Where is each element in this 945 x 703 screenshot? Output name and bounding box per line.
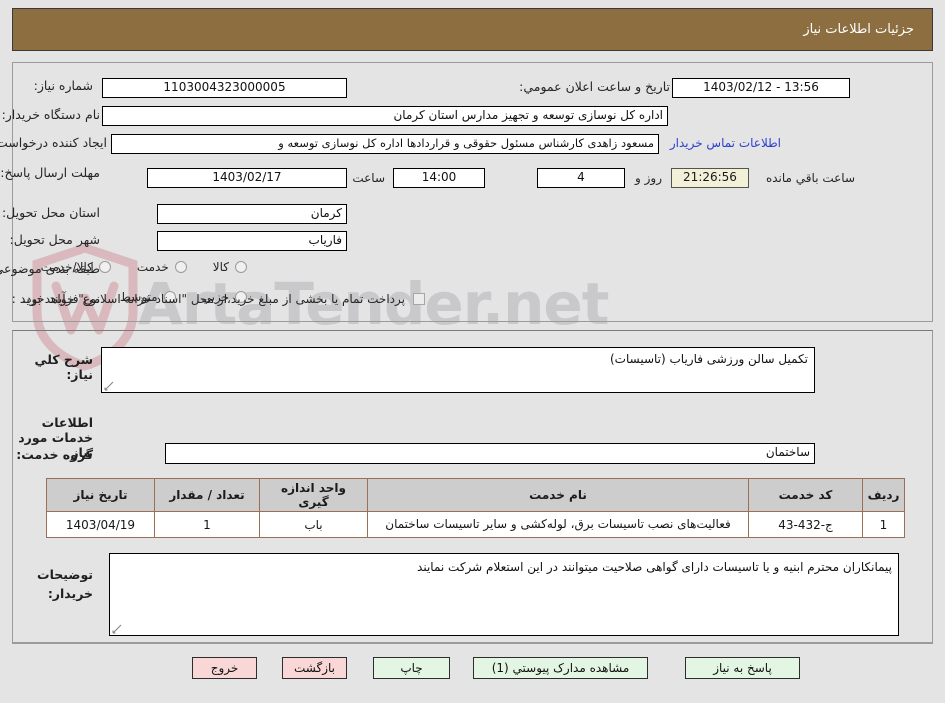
cell-quantity: 1 xyxy=(154,510,260,539)
requester-field: مسعود زاهدی کارشناس مسئول حقوقی و قراردا… xyxy=(111,134,659,154)
radio-khedmat-icon[interactable] xyxy=(174,261,187,273)
service-group-label: گروه خدمت: xyxy=(16,447,93,462)
category-option-kala-khedmat-label: کالا/خدمت xyxy=(40,260,93,274)
province-label: استان محل تحویل: xyxy=(1,205,100,220)
need-info-panel xyxy=(12,62,933,322)
col-service-code: کد خدمت xyxy=(748,478,863,512)
radio-kala-khedmat-icon[interactable] xyxy=(98,261,111,273)
col-unit: واحد اندازه گیری xyxy=(259,478,368,512)
window-titlebar: جزئیات اطلاعات نیاز xyxy=(12,8,933,51)
col-need-date: تاریخ نیاز xyxy=(46,478,155,512)
cell-unit: باب xyxy=(259,510,368,539)
print-button[interactable]: چاپ xyxy=(373,657,450,679)
deadline-time-field: 14:00 xyxy=(393,168,485,188)
requester-label: ایجاد کننده درخواست: xyxy=(0,135,107,150)
city-label-row: شهر محل تحویل: xyxy=(10,232,100,247)
need-number-label-row: شماره نیاز: xyxy=(34,78,93,93)
deadline-label-row: مهلت ارسال پاسخ: تا تاریخ: xyxy=(0,165,100,181)
need-number-label: شماره نیاز: xyxy=(33,78,93,93)
public-announce-field: 13:56 - 1403/02/12 xyxy=(672,78,850,98)
need-number-field: 1103004323000005 xyxy=(102,78,347,98)
category-option-kala-label: کالا xyxy=(212,260,229,274)
deadline-days-label: روز و xyxy=(635,171,662,185)
general-desc-value: تکمیل سالن ورزشی فاریاب (تاسیسات) xyxy=(610,352,808,366)
service-group-field: ساختمان xyxy=(165,443,815,464)
services-table: ردیف کد خدمت نام خدمت واحد اندازه گیری ت… xyxy=(46,478,905,539)
action-button-bar: پاسخ به نیاز مشاهده مدارک پیوستي (1) چاپ… xyxy=(0,652,945,686)
province-field: کرمان xyxy=(157,204,347,224)
table-row: 1 ج-432-43 فعالیت‌های نصب تاسیسات برق، ل… xyxy=(46,510,905,539)
buyer-notes-value: پیمانکاران محترم ابنیه و یا تاسیسات دارا… xyxy=(417,560,892,574)
requester-label-row: ایجاد کننده درخواست: xyxy=(0,135,107,150)
cell-need-date: 1403/04/19 xyxy=(46,510,155,539)
table-header-row: ردیف کد خدمت نام خدمت واحد اندازه گیری ت… xyxy=(46,478,905,512)
cell-service-code: ج-432-43 xyxy=(748,510,863,539)
deadline-date-field: 1403/02/17 xyxy=(147,168,347,188)
bottom-divider xyxy=(12,643,933,644)
buyer-notes-resize-grip-icon[interactable] xyxy=(112,624,122,634)
buyer-org-field: اداره کل نوسازی توسعه و تجهیز مدارس استا… xyxy=(102,106,668,126)
treasury-checkbox-icon[interactable] xyxy=(413,293,425,305)
exit-button[interactable]: خروج xyxy=(192,657,257,679)
respond-to-need-button[interactable]: پاسخ به نیاز xyxy=(685,657,800,679)
page-title: جزئیات اطلاعات نیاز xyxy=(803,22,914,37)
category-option-kala-khedmat[interactable]: کالا/خدمت xyxy=(41,260,111,274)
cell-service-name: فعالیت‌های نصب تاسیسات برق، لوله‌کشی و س… xyxy=(367,510,749,539)
buyer-contact-link[interactable]: اطلاعات تماس خریدار xyxy=(670,136,781,150)
deadline-days-field: 4 xyxy=(537,168,625,188)
general-desc-label: شرح کلي نیاز: xyxy=(34,352,93,382)
col-quantity: تعداد / مقدار xyxy=(154,478,260,512)
category-option-khedmat-label: خدمت xyxy=(136,260,169,274)
back-button[interactable]: بازگشت xyxy=(282,657,347,679)
buyer-notes-textarea[interactable]: پیمانکاران محترم ابنیه و یا تاسیسات دارا… xyxy=(109,553,899,636)
buyer-org-label: نام دستگاه خریدار: xyxy=(1,107,100,122)
radio-kala-icon[interactable] xyxy=(235,261,247,273)
public-announce-label: تاریخ و ساعت اعلان عمومي: xyxy=(519,79,670,94)
public-announce-label-row: تاریخ و ساعت اعلان عمومي: xyxy=(519,79,670,94)
buyer-org-label-row: نام دستگاه خریدار: xyxy=(2,107,100,122)
category-option-kala[interactable]: کالا xyxy=(213,260,247,274)
buyer-notes-label: توضیحات خریدار: xyxy=(37,567,93,601)
general-desc-textarea[interactable]: تکمیل سالن ورزشی فاریاب (تاسیسات) xyxy=(101,347,815,393)
deadline-countdown-field: 21:26:56 xyxy=(671,168,749,188)
deadline-label: مهلت ارسال پاسخ: تا تاریخ: xyxy=(0,165,100,180)
treasury-checkbox-row[interactable]: پرداخت تمام یا بخشی از مبلغ خرید،از محل … xyxy=(22,292,425,306)
col-row-no: ردیف xyxy=(862,478,905,512)
treasury-checkbox-label: پرداخت تمام یا بخشی از مبلغ خرید،از محل … xyxy=(22,292,405,306)
resize-grip-icon[interactable] xyxy=(104,381,114,391)
category-option-khedmat[interactable]: خدمت xyxy=(137,260,187,274)
city-field: فاریاب xyxy=(157,231,347,251)
col-service-name: نام خدمت xyxy=(367,478,749,512)
city-label: شهر محل تحویل: xyxy=(9,232,100,247)
deadline-remaining-label: ساعت باقي مانده xyxy=(765,171,855,185)
province-label-row: استان محل تحویل: xyxy=(2,205,100,220)
deadline-time-label: ساعت xyxy=(352,171,385,185)
cell-row-no: 1 xyxy=(862,510,905,539)
view-attachments-button[interactable]: مشاهده مدارک پیوستي (1) xyxy=(473,657,648,679)
category-options: کالا خدمت کالا/خدمت xyxy=(15,260,247,274)
